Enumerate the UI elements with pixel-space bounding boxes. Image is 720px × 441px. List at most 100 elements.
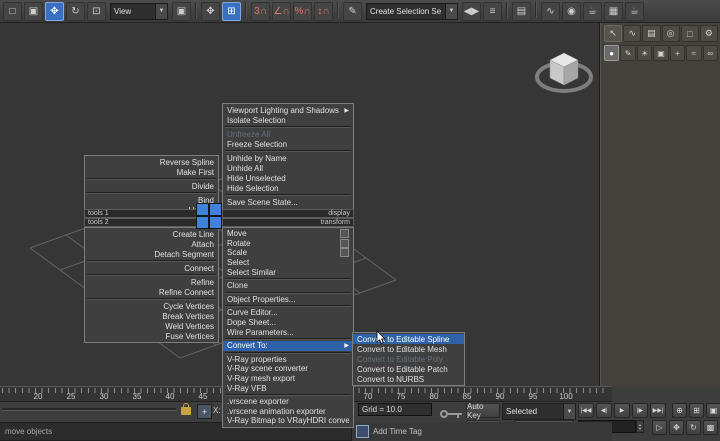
menu-item-convert-to-editable-poly[interactable]: Convert to Editable Poly: [353, 354, 464, 364]
rendered-frame-icon[interactable]: ▦: [604, 2, 623, 21]
menu-item-move[interactable]: Move: [223, 229, 353, 239]
menu-item-weld-vertices[interactable]: Weld Vertices: [85, 321, 218, 331]
menu-item-refine[interactable]: Refine: [85, 277, 218, 287]
menu-item-v-ray-bitmap-to-vrayhdri-converter[interactable]: V-Ray Bitmap to VRayHDRI converter: [223, 416, 353, 426]
menu-item-unhide-all[interactable]: Unhide All: [223, 163, 353, 173]
menu-item-v-ray-scene-converter[interactable]: V-Ray scene converter: [223, 364, 353, 374]
selection-lock-icon[interactable]: [181, 407, 191, 415]
reference-coordinate-dropdown[interactable]: View ▼: [110, 3, 168, 20]
menu-item-clone[interactable]: Clone: [223, 281, 353, 291]
tab-utilities[interactable]: ⚙: [700, 25, 718, 42]
category-lights-icon[interactable]: ☀: [637, 45, 652, 61]
tab-modify[interactable]: ∿: [623, 25, 641, 42]
layer-manager-icon[interactable]: ▤: [512, 2, 531, 21]
next-frame-button[interactable]: |▶: [632, 403, 648, 418]
quad-header-transform[interactable]: transform: [222, 218, 354, 227]
add-time-tag[interactable]: Add Time Tag: [373, 427, 422, 436]
zoom-extents-icon[interactable]: ▣: [706, 403, 720, 418]
menu-item-v-ray-properties[interactable]: V-Ray properties: [223, 355, 353, 365]
settings-box-icon[interactable]: [340, 239, 349, 248]
menu-item-freeze-selection[interactable]: Freeze Selection: [223, 139, 353, 149]
absolute-mode-icon[interactable]: +: [197, 404, 212, 419]
quad-menu-center-marker[interactable]: [196, 203, 222, 229]
category-cameras-icon[interactable]: ▣: [653, 45, 668, 61]
chevron-down-icon[interactable]: ▼: [445, 4, 457, 19]
render-production-icon[interactable]: ☕: [625, 2, 644, 21]
menu-item-viewport-lighting-and-shadows[interactable]: Viewport Lighting and Shadows▶: [223, 105, 353, 115]
pivot-center-icon[interactable]: ▣: [172, 2, 191, 21]
menu-item-cycle-vertices[interactable]: Cycle Vertices: [85, 301, 218, 311]
menu-item-isolate-selection[interactable]: Isolate Selection: [223, 115, 353, 125]
menu-item-object-properties[interactable]: Object Properties...: [223, 295, 353, 305]
tab-display[interactable]: □: [681, 25, 699, 42]
menu-item-unfreeze-all[interactable]: Unfreeze All: [223, 129, 353, 139]
menu-item-hide-selection[interactable]: Hide Selection: [223, 183, 353, 193]
selection-filter-dropdown[interactable]: Selected ▼: [502, 403, 576, 420]
menu-item-v-ray-mesh-export[interactable]: V-Ray mesh export: [223, 374, 353, 384]
track-bar[interactable]: [2, 408, 176, 411]
menu-item-reverse-spline[interactable]: Reverse Spline: [85, 157, 218, 167]
menu-item-select-similar[interactable]: Select Similar: [223, 267, 353, 277]
menu-item-attach[interactable]: Attach: [85, 239, 218, 249]
menu-item-detach-segment[interactable]: Detach Segment: [85, 249, 218, 259]
select-and-manipulate-icon[interactable]: ✥: [201, 2, 220, 21]
angle-snap-icon[interactable]: ∠∩: [272, 2, 291, 21]
category-shapes-icon[interactable]: ✎: [620, 45, 635, 61]
category-helpers-icon[interactable]: +: [670, 45, 685, 61]
menu-item-refine-connect[interactable]: Refine Connect: [85, 287, 218, 297]
menu-item-connect[interactable]: Connect: [85, 263, 218, 273]
menu-item-select[interactable]: Select: [223, 258, 353, 268]
go-to-end-button[interactable]: ▶▶|: [650, 403, 666, 418]
menu-item-fuse-vertices[interactable]: Fuse Vertices: [85, 331, 218, 341]
menu-item-create-line[interactable]: Create Line: [85, 229, 218, 239]
percent-snap-icon[interactable]: %∩: [293, 2, 312, 21]
auto-key-button[interactable]: Auto Key: [466, 403, 500, 418]
previous-frame-button[interactable]: ◀|: [596, 403, 612, 418]
zoom-all-icon[interactable]: ⊞: [689, 403, 704, 418]
quad-header-display[interactable]: display: [222, 209, 354, 218]
pan-icon[interactable]: ✥: [669, 420, 684, 435]
menu-item-convert-to-editable-patch[interactable]: Convert to Editable Patch: [353, 364, 464, 374]
menu-item-divide[interactable]: Divide: [85, 181, 218, 191]
settings-box-icon[interactable]: [340, 248, 349, 257]
graph-editors-icon[interactable]: ∿: [541, 2, 560, 21]
chevron-down-icon[interactable]: ▼: [155, 4, 167, 19]
menu-item-save-scene-state[interactable]: Save Scene State...: [223, 197, 353, 207]
maximize-viewport-icon[interactable]: ▩: [703, 420, 718, 435]
render-setup-icon[interactable]: ☕: [583, 2, 602, 21]
tab-create[interactable]: ↖: [604, 25, 622, 42]
select-and-move-icon[interactable]: ✥: [45, 2, 64, 21]
menu-item-dope-sheet[interactable]: Dope Sheet...: [223, 318, 353, 328]
go-to-start-button[interactable]: |◀◀: [578, 403, 594, 418]
category-geometry-icon[interactable]: ●: [604, 45, 619, 61]
material-editor-icon[interactable]: ◉: [562, 2, 581, 21]
select-and-rotate-icon[interactable]: ↻: [66, 2, 85, 21]
menu-item-rotate[interactable]: Rotate: [223, 239, 353, 249]
window-crossing-icon[interactable]: ▣: [24, 2, 43, 21]
align-icon[interactable]: ≡: [483, 2, 502, 21]
menu-item-curve-editor[interactable]: Curve Editor...: [223, 308, 353, 318]
snap-toggle-3d-icon[interactable]: 3∩: [251, 2, 270, 21]
tab-hierarchy[interactable]: ▤: [642, 25, 660, 42]
menu-item-convert-to-nurbs[interactable]: Convert to NURBS: [353, 374, 464, 384]
category-systems-icon[interactable]: ∞: [703, 45, 718, 61]
menu-item-v-ray-vfb[interactable]: V-Ray VFB: [223, 383, 353, 393]
menu-item-convert-to-editable-mesh[interactable]: Convert to Editable Mesh: [353, 344, 464, 354]
select-and-scale-icon[interactable]: ⊡: [87, 2, 106, 21]
mini-curve-editor-icon[interactable]: [356, 425, 369, 438]
edit-named-selections-icon[interactable]: ✎: [343, 2, 362, 21]
keyboard-override-icon[interactable]: ⊞: [222, 2, 241, 21]
menu-item-wire-parameters[interactable]: Wire Parameters...: [223, 327, 353, 337]
frame-spinner[interactable]: ▲▼: [636, 420, 644, 433]
tab-motion[interactable]: ◎: [662, 25, 680, 42]
selection-region-icon[interactable]: □: [3, 2, 22, 21]
menu-item-vrscene-exporter[interactable]: .vrscene exporter: [223, 397, 353, 407]
menu-item-break-vertices[interactable]: Break Vertices: [85, 311, 218, 321]
menu-item-vrscene-animation-exporter[interactable]: .vrscene animation exporter: [223, 407, 353, 417]
menu-item-convert-to[interactable]: Convert To:▶: [223, 341, 353, 351]
mirror-icon[interactable]: ◀▶: [462, 2, 481, 21]
chevron-down-icon[interactable]: ▼: [563, 404, 575, 419]
menu-item-make-first[interactable]: Make First: [85, 167, 218, 177]
orbit-icon[interactable]: ↻: [686, 420, 701, 435]
zoom-icon[interactable]: ⊕: [672, 403, 687, 418]
